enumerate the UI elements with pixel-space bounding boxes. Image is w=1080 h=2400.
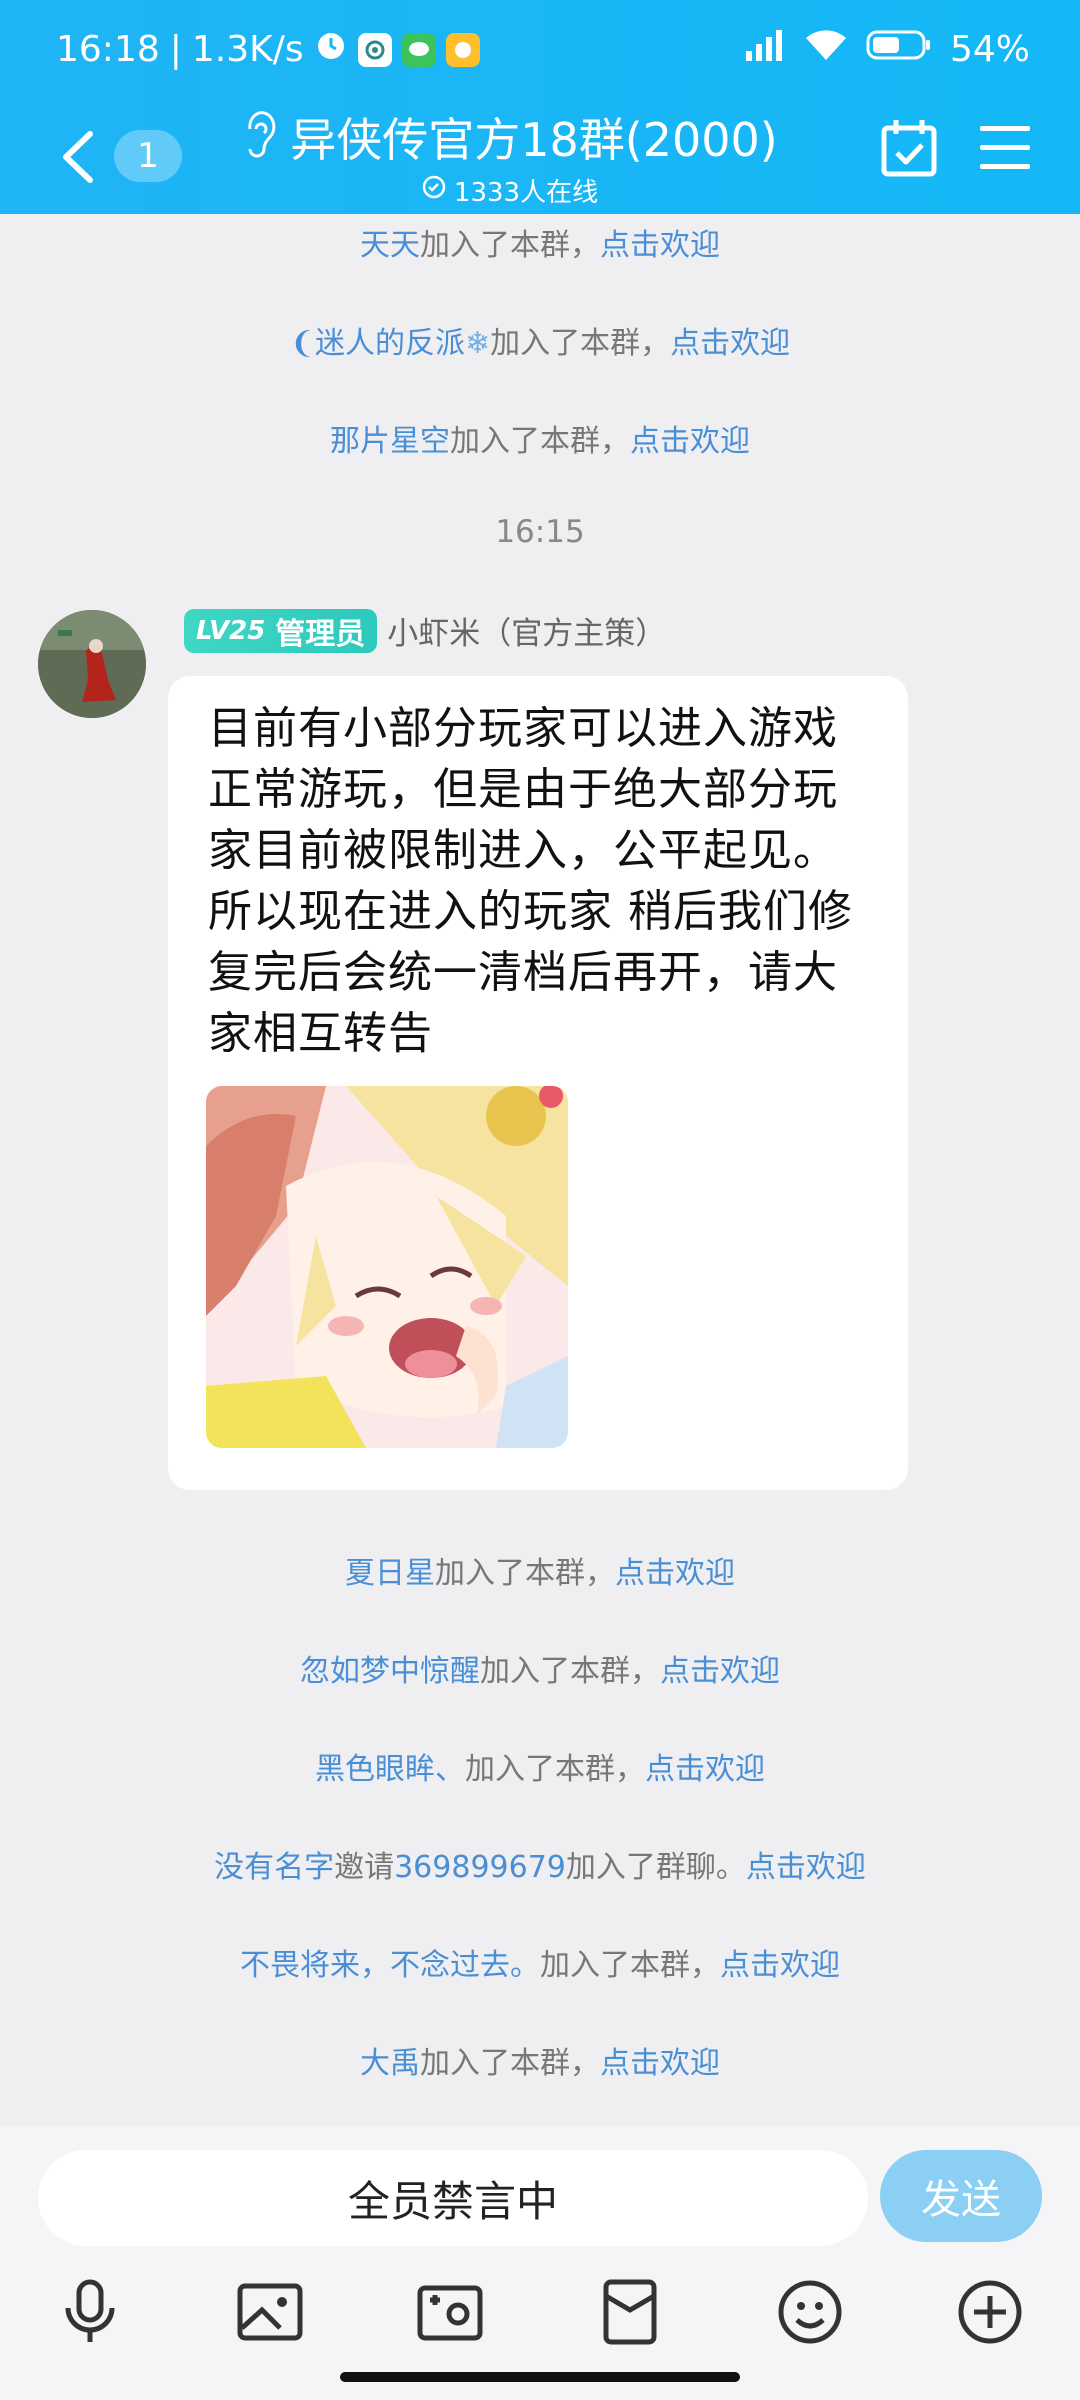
- network-speed: 1.3K/s: [191, 29, 304, 70]
- sender-info: LV25 管理员 小虾米（官方主策）: [184, 608, 666, 653]
- sticker-image[interactable]: [206, 1086, 568, 1448]
- calendar-checkin-button[interactable]: [880, 118, 938, 180]
- signal-icon: [744, 29, 786, 70]
- home-indicator[interactable]: [340, 2372, 740, 2382]
- system-user[interactable]: 夏日星: [345, 1556, 435, 1591]
- system-user[interactable]: 没有名字: [214, 1850, 334, 1885]
- welcome-link[interactable]: 点击欢迎: [660, 1654, 780, 1689]
- nav-bar: 1 异侠传官方18群(2000) 1333人在线: [0, 100, 1080, 214]
- system-action: 加入了本群，: [435, 1556, 615, 1591]
- input-toolbar: [0, 2276, 1080, 2356]
- online-check-icon: [422, 175, 446, 206]
- camera-icon: [417, 2285, 483, 2341]
- system-user[interactable]: 天天: [360, 228, 420, 263]
- system-action: 加入了本群，: [465, 1752, 645, 1787]
- welcome-link[interactable]: 点击欢迎: [645, 1752, 765, 1787]
- message-input[interactable]: 全员禁言中: [38, 2150, 868, 2246]
- chevron-left-icon: [63, 131, 93, 183]
- input-area: 全员禁言中 发送: [0, 2126, 1080, 2400]
- welcome-link[interactable]: 点击欢迎: [720, 1948, 840, 1983]
- red-packet-button[interactable]: [594, 2276, 666, 2348]
- level-label: LV25: [196, 615, 266, 646]
- status-time: 16:18: [56, 29, 160, 70]
- system-user[interactable]: 大禹: [360, 2046, 420, 2081]
- leaf-decoration-icon: ❨: [289, 326, 315, 361]
- message-timestamp: 16:15: [495, 514, 585, 550]
- app-notification-icon: [357, 32, 392, 67]
- image-icon: [237, 2283, 303, 2341]
- battery-icon: [866, 29, 932, 70]
- plus-circle-icon: [958, 2280, 1022, 2344]
- alarm-icon: [314, 28, 348, 71]
- hamburger-icon: [980, 126, 1030, 169]
- system-user[interactable]: 迷人的反派: [315, 326, 465, 361]
- system-action: 加入了本群，: [480, 1654, 660, 1689]
- emoji-button[interactable]: [774, 2276, 846, 2348]
- chat-header: 16:18 | 1.3K/s 54% 1 异侠传官方18群(2000) 1333…: [0, 0, 1080, 214]
- system-user[interactable]: 黑色眼眸、: [315, 1752, 465, 1787]
- unread-count-badge[interactable]: 1: [114, 130, 182, 182]
- invited-user[interactable]: 369899679: [394, 1850, 566, 1885]
- system-message: 黑色眼眸、加入了本群，点击欢迎: [0, 1744, 1080, 1788]
- back-button[interactable]: [50, 122, 110, 192]
- system-message: ❨迷人的反派❄加入了本群，点击欢迎: [0, 318, 1080, 362]
- title-area[interactable]: 异侠传官方18群(2000) 1333人在线: [248, 100, 778, 214]
- group-title: 异侠传官方18群(2000): [290, 113, 778, 167]
- system-action: 加入了群聊。: [565, 1850, 746, 1885]
- joox-notification-icon: [445, 32, 480, 67]
- status-left: 16:18 | 1.3K/s: [56, 28, 480, 71]
- calendar-check-icon: [881, 120, 937, 177]
- welcome-link[interactable]: 点击欢迎: [600, 228, 720, 263]
- menu-button[interactable]: [976, 120, 1034, 176]
- online-count: 1333人在线: [453, 178, 599, 208]
- system-action: 加入了本群，: [420, 228, 600, 263]
- welcome-link[interactable]: 点击欢迎: [746, 1850, 866, 1885]
- wifi-icon: [804, 28, 848, 71]
- system-action: 加入了本群，: [420, 2046, 600, 2081]
- system-message: 夏日星加入了本群，点击欢迎: [0, 1548, 1080, 1592]
- system-message: 天天加入了本群，点击欢迎: [0, 220, 1080, 264]
- welcome-link[interactable]: 点击欢迎: [630, 424, 750, 459]
- message-notification-icon: [401, 32, 436, 67]
- system-action: 加入了本群，: [450, 424, 630, 459]
- welcome-link[interactable]: 点击欢迎: [615, 1556, 735, 1591]
- system-action-invite: 邀请: [334, 1850, 395, 1885]
- more-button[interactable]: [954, 2276, 1026, 2348]
- smiley-icon: [778, 2280, 842, 2344]
- send-button[interactable]: 发送: [880, 2150, 1042, 2242]
- battery-level: 54%: [949, 29, 1030, 70]
- system-action: 加入了本群，: [490, 326, 671, 361]
- status-bar: 16:18 | 1.3K/s 54%: [0, 0, 1080, 100]
- status-separator: |: [169, 29, 182, 70]
- sender-name[interactable]: 小虾米（官方主策）: [387, 608, 666, 653]
- system-message: 没有名字邀请369899679加入了群聊。点击欢迎: [0, 1842, 1080, 1886]
- system-message: 大禹加入了本群，点击欢迎: [0, 2038, 1080, 2082]
- ear-icon: [242, 111, 276, 163]
- system-message: 那片星空加入了本群，点击欢迎: [0, 416, 1080, 460]
- sender-avatar[interactable]: [38, 610, 146, 718]
- system-message: 不畏将来，不念过去。加入了本群，点击欢迎: [0, 1940, 1080, 1984]
- welcome-link[interactable]: 点击欢迎: [670, 326, 790, 361]
- camera-button[interactable]: [414, 2276, 486, 2348]
- admin-role-badge: LV25 管理员: [184, 608, 378, 653]
- red-packet-icon: [603, 2279, 657, 2345]
- welcome-link[interactable]: 点击欢迎: [600, 2046, 720, 2081]
- system-user[interactable]: 不畏将来，不念过去。: [240, 1948, 540, 1983]
- message-text: 目前有小部分玩家可以进入游戏正常游玩，但是由于绝大部分玩家目前被限制进入，公平起…: [208, 703, 853, 1059]
- snowflake-decoration-icon: ❄: [465, 326, 491, 361]
- role-label: 管理员: [275, 616, 366, 652]
- photo-button[interactable]: [234, 2276, 306, 2348]
- message-bubble[interactable]: 目前有小部分玩家可以进入游戏正常游玩，但是由于绝大部分玩家目前被限制进入，公平起…: [168, 676, 908, 1490]
- system-user[interactable]: 那片星空: [330, 424, 450, 459]
- system-message: 忽如梦中惊醒加入了本群，点击欢迎: [0, 1646, 1080, 1690]
- microphone-icon: [65, 2279, 115, 2342]
- voice-button[interactable]: [54, 2276, 126, 2348]
- status-right: 54%: [744, 28, 1030, 71]
- system-action: 加入了本群，: [540, 1948, 720, 1983]
- system-user[interactable]: 忽如梦中惊醒: [300, 1654, 480, 1689]
